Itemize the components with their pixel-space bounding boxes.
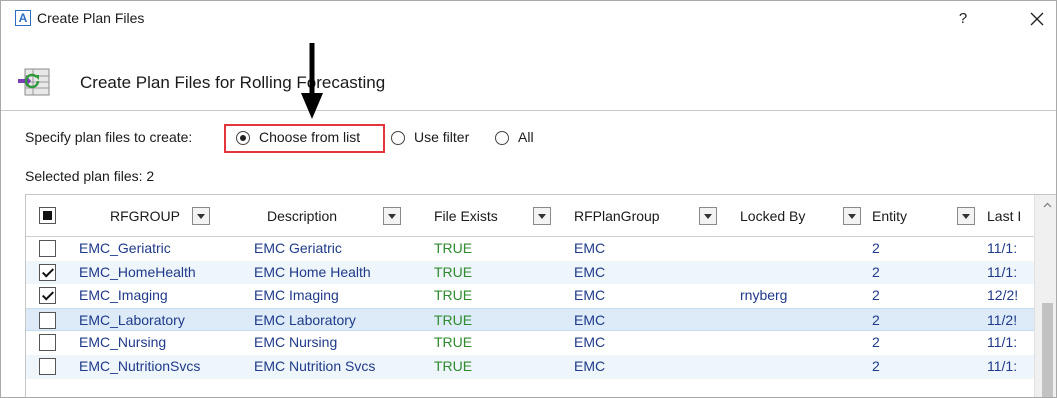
cell-entity: 2 xyxy=(872,334,880,351)
create-plan-files-dialog: A Create Plan Files ? Create Plan Files … xyxy=(0,0,1057,398)
cell-file-exists: TRUE xyxy=(434,263,473,280)
cell-rfplangroup: EMC xyxy=(574,334,606,351)
column-header-description[interactable]: Description xyxy=(267,195,337,237)
table-row[interactable]: EMC_Laboratory EMC Laboratory TRUE EMC 2 11/2… xyxy=(26,307,1056,332)
title-bar: A Create Plan Files ? xyxy=(1,1,1056,37)
down-arrow-annotation xyxy=(301,43,323,119)
row-select-checkbox[interactable] xyxy=(39,311,56,329)
cell-description: EMC Laboratory xyxy=(254,311,356,328)
cell-description: EMC Imaging xyxy=(254,287,339,304)
description-filter-button[interactable] xyxy=(383,207,401,225)
choose-from-list-radio[interactable] xyxy=(236,131,250,145)
specify-plan-files-label: Specify plan files to create: xyxy=(25,129,193,145)
cell-rfplangroup: EMC xyxy=(574,240,606,256)
cell-description: EMC Geriatric xyxy=(254,240,342,256)
plan-files-refresh-icon xyxy=(18,68,50,96)
cell-rfplangroup: EMC xyxy=(574,287,606,304)
column-header-file-exists[interactable]: File Exists xyxy=(434,195,498,237)
cell-rfgroup: EMC_NutritionSvcs xyxy=(79,358,201,374)
cell-entity: 2 xyxy=(872,287,880,304)
table-row[interactable]: EMC_Geriatric EMC Geriatric TRUE EMC 2 11/1: xyxy=(26,237,1056,261)
cell-description: EMC Nursing xyxy=(254,334,338,351)
column-header-entity[interactable]: Entity xyxy=(872,195,907,237)
column-header-rfgroup[interactable]: RFGROUP xyxy=(110,195,180,237)
chevron-up-icon[interactable] xyxy=(1043,201,1052,210)
entity-filter-button[interactable] xyxy=(957,207,975,225)
all-label[interactable]: All xyxy=(518,129,534,145)
cell-entity: 2 xyxy=(872,311,880,328)
rfplangroup-filter-button[interactable] xyxy=(699,207,717,225)
vertical-scrollbar[interactable] xyxy=(1034,195,1056,397)
cell-entity: 2 xyxy=(872,358,880,374)
cell-last: 11/1: xyxy=(987,334,1018,351)
all-radio[interactable] xyxy=(495,131,509,145)
cell-locked-by: rnyberg xyxy=(740,287,788,304)
row-select-checkbox[interactable] xyxy=(39,240,56,257)
scrollbar-thumb[interactable] xyxy=(1042,303,1053,397)
cell-file-exists: TRUE xyxy=(434,334,473,351)
dialog-header: Create Plan Files for Rolling Forecastin… xyxy=(1,37,1056,119)
file-exists-filter-button[interactable] xyxy=(533,207,551,225)
cell-rfplangroup: EMC xyxy=(574,311,606,328)
column-header-last[interactable]: Last I xyxy=(987,195,1031,237)
cell-entity: 2 xyxy=(872,263,880,280)
select-all-checkbox[interactable] xyxy=(39,207,56,224)
table-row[interactable]: EMC_Imaging EMC Imaging TRUE EMC rnyberg 2 12/… xyxy=(26,284,1056,308)
cell-last: 12/2! xyxy=(987,287,1019,304)
cell-rfgroup: EMC_Geriatric xyxy=(79,240,171,256)
row-select-checkbox[interactable] xyxy=(39,263,56,281)
cell-file-exists: TRUE xyxy=(434,240,473,256)
plan-files-grid: RFGROUP Description File Exists RFPlanGr… xyxy=(25,194,1056,397)
row-select-checkbox[interactable] xyxy=(39,334,56,352)
cell-file-exists: TRUE xyxy=(434,287,473,304)
table-row[interactable]: EMC_HomeHealth EMC Home Health TRUE EMC 2 11/… xyxy=(26,260,1056,285)
cell-rfplangroup: EMC xyxy=(574,358,606,374)
cell-rfgroup: EMC_HomeHealth xyxy=(79,263,196,280)
use-filter-radio[interactable] xyxy=(391,131,405,145)
app-logo-icon: A xyxy=(15,10,31,26)
cell-rfgroup: EMC_Nursing xyxy=(79,334,167,351)
cell-rfgroup: EMC_Laboratory xyxy=(79,311,185,328)
cell-last: 11/1: xyxy=(987,263,1018,280)
cell-rfgroup: EMC_Imaging xyxy=(79,287,168,304)
column-header-locked-by[interactable]: Locked By xyxy=(740,195,805,237)
row-select-checkbox[interactable] xyxy=(39,287,56,305)
selected-plan-files-count: Selected plan files: 2 xyxy=(25,168,155,184)
cell-last: 11/2! xyxy=(987,311,1018,328)
choose-from-list-label[interactable]: Choose from list xyxy=(259,129,360,145)
locked-by-filter-button[interactable] xyxy=(843,207,861,225)
cell-last: 11/1: xyxy=(987,358,1018,374)
cell-entity: 2 xyxy=(872,240,880,256)
header-title: Create Plan Files for Rolling Forecastin… xyxy=(80,73,386,92)
cell-last: 11/1: xyxy=(987,240,1018,256)
window-title: Create Plan Files xyxy=(37,10,145,26)
cell-description: EMC Nutrition Svcs xyxy=(254,358,376,374)
column-header-rfplangroup[interactable]: RFPlanGroup xyxy=(574,195,660,237)
close-button[interactable] xyxy=(1025,7,1049,31)
cell-description: EMC Home Health xyxy=(254,263,371,280)
use-filter-label[interactable]: Use filter xyxy=(414,129,469,145)
rfgroup-filter-button[interactable] xyxy=(192,207,210,225)
cell-file-exists: TRUE xyxy=(434,358,473,374)
help-button[interactable]: ? xyxy=(951,7,975,31)
table-row[interactable]: EMC_NutritionSvcs EMC Nutrition Svcs TRUE E… xyxy=(26,355,1056,379)
cell-file-exists: TRUE xyxy=(434,311,473,328)
row-select-checkbox[interactable] xyxy=(39,358,56,375)
table-row[interactable]: EMC_Nursing EMC Nursing TRUE EMC 2 11/1: xyxy=(26,331,1056,355)
grid-header: RFGROUP Description File Exists RFPlanGr… xyxy=(26,195,1056,237)
cell-rfplangroup: EMC xyxy=(574,263,606,280)
close-icon xyxy=(1030,12,1044,26)
